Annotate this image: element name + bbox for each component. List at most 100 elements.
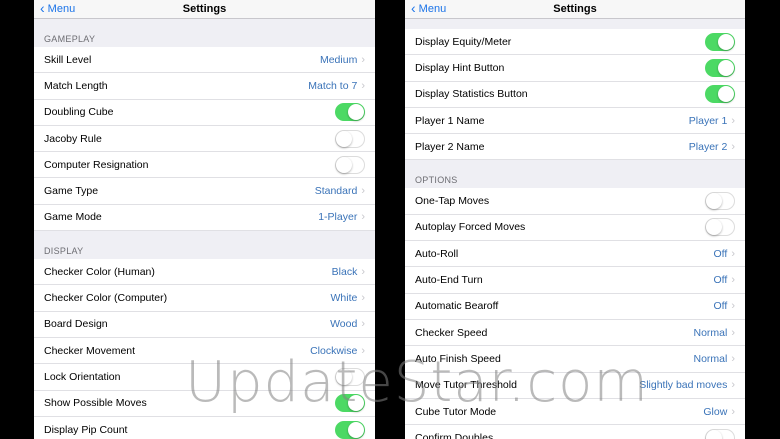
setting-row-one-tap-moves[interactable]: One-Tap Moves — [405, 188, 745, 215]
toggle-switch[interactable] — [335, 394, 365, 413]
section-header-options: OPTIONS — [415, 175, 458, 186]
setting-row-game-mode[interactable]: Game Mode 1-Player › — [34, 204, 375, 232]
setting-row-player-1-name[interactable]: Player 1 Name Player 1 › — [405, 107, 745, 135]
setting-label: Automatic Bearoff — [415, 300, 499, 313]
setting-label: Checker Speed — [415, 326, 488, 339]
setting-row-autoplay-forced-moves[interactable]: Autoplay Forced Moves — [405, 214, 745, 242]
setting-row-game-type[interactable]: Game Type Standard › — [34, 178, 375, 205]
toggle-knob — [706, 219, 722, 236]
toggle-knob — [718, 59, 734, 76]
setting-label: Move Tutor Threshold — [415, 379, 517, 392]
setting-label: One-Tap Moves — [415, 195, 490, 208]
setting-row-lock-orientation[interactable]: Lock Orientation — [34, 364, 375, 391]
setting-value: Player 1 — [688, 114, 728, 127]
settings-panel-right: ‹ Menu Settings Display Equity/Meter Disp… — [405, 0, 745, 439]
setting-value: Black — [331, 265, 358, 278]
settings-panel-left: ‹ Menu Settings GAMEPLAY Skill Level Mediu… — [34, 0, 375, 439]
chevron-right-icon: › — [731, 300, 735, 313]
setting-value: Slightly bad moves — [639, 379, 728, 392]
toggle-knob — [718, 33, 734, 50]
setting-label: Display Equity/Meter — [415, 35, 512, 48]
setting-label: Game Mode — [44, 211, 102, 224]
setting-row-display-pip-count[interactable]: Display Pip Count — [34, 416, 375, 439]
setting-row-cube-tutor-mode[interactable]: Cube Tutor Mode Glow › — [405, 398, 745, 426]
setting-label: Show Possible Moves — [44, 397, 147, 410]
setting-label: Display Hint Button — [415, 61, 505, 74]
toggle-switch[interactable] — [335, 367, 365, 386]
setting-row-move-tutor-threshold[interactable]: Move Tutor Threshold Slightly bad moves › — [405, 372, 745, 399]
setting-value: Wood — [330, 318, 358, 331]
setting-row-show-possible-moves[interactable]: Show Possible Moves — [34, 390, 375, 417]
setting-value: Player 2 — [688, 140, 728, 153]
setting-row-checker-color-human[interactable]: Checker Color (Human) Black › — [34, 259, 375, 286]
setting-row-auto-end-turn[interactable]: Auto-End Turn Off › — [405, 267, 745, 294]
chevron-right-icon: › — [361, 185, 365, 198]
setting-label: Computer Resignation — [44, 158, 149, 171]
setting-row-player-2-name[interactable]: Player 2 Name Player 2 › — [405, 134, 745, 161]
page-title: Settings — [182, 3, 227, 15]
setting-row-display-statistics-button[interactable]: Display Statistics Button — [405, 81, 745, 108]
toggle-switch[interactable] — [335, 155, 365, 174]
setting-label: Display Pip Count — [44, 423, 128, 436]
setting-value: Off — [713, 247, 728, 260]
toggle-switch[interactable] — [705, 218, 735, 237]
setting-row-doubling-cube[interactable]: Doubling Cube — [34, 99, 375, 126]
setting-row-board-design[interactable]: Board Design Wood › — [34, 311, 375, 338]
toggle-switch[interactable] — [335, 420, 365, 439]
setting-label: Jacoby Rule — [44, 132, 102, 145]
settings-list-top: Display Equity/Meter Display Hint Button D… — [405, 29, 745, 161]
chevron-right-icon: › — [361, 344, 365, 357]
setting-label: Auto-End Turn — [415, 274, 483, 287]
setting-row-checker-color-computer[interactable]: Checker Color (Computer) White › — [34, 285, 375, 312]
settings-list: GAMEPLAY Skill Level Medium › Match Length Ma… — [34, 19, 375, 439]
setting-label: Display Statistics Button — [415, 88, 528, 101]
section-header-gameplay: GAMEPLAY — [44, 34, 96, 44]
setting-label: Checker Movement — [44, 344, 136, 357]
chevron-right-icon: › — [361, 292, 365, 305]
setting-label: Skill Level — [44, 53, 92, 66]
toggle-switch[interactable] — [705, 32, 735, 51]
chevron-right-icon: › — [731, 247, 735, 260]
toggle-switch[interactable] — [705, 192, 735, 211]
toggle-switch[interactable] — [705, 85, 735, 104]
toggle-switch[interactable] — [705, 428, 735, 439]
setting-row-computer-resignation[interactable]: Computer Resignation — [34, 152, 375, 179]
setting-row-display-equity-meter[interactable]: Display Equity/Meter — [405, 29, 745, 56]
toggle-knob — [348, 395, 364, 412]
setting-label: Doubling Cube — [44, 106, 114, 119]
chevron-right-icon: › — [731, 326, 735, 339]
setting-label: Lock Orientation — [44, 370, 121, 383]
toggle-switch[interactable] — [705, 58, 735, 77]
setting-row-display-hint-button[interactable]: Display Hint Button — [405, 55, 745, 82]
setting-label: Game Type — [44, 185, 99, 198]
setting-value: Clockwise — [310, 344, 358, 357]
setting-row-auto-finish-speed[interactable]: Auto Finish Speed Normal › — [405, 346, 745, 373]
setting-value: Glow — [703, 405, 728, 418]
toggle-switch[interactable] — [335, 103, 365, 122]
nav-bar: ‹ Menu Settings — [405, 0, 745, 19]
setting-row-auto-roll[interactable]: Auto-Roll Off › — [405, 241, 745, 268]
setting-label: Match Length — [44, 79, 108, 92]
toggle-knob — [718, 86, 734, 103]
setting-label: Player 1 Name — [415, 114, 485, 127]
setting-value: Off — [713, 274, 728, 287]
setting-row-skill-level[interactable]: Skill Level Medium › — [34, 47, 375, 74]
toggle-switch[interactable] — [335, 129, 365, 148]
setting-value: Off — [713, 300, 728, 313]
setting-row-checker-speed[interactable]: Checker Speed Normal › — [405, 319, 745, 347]
chevron-right-icon: › — [361, 211, 365, 224]
setting-row-jacoby-rule[interactable]: Jacoby Rule — [34, 125, 375, 153]
toggle-knob — [706, 429, 722, 439]
setting-label: Auto Finish Speed — [415, 352, 501, 365]
setting-row-checker-movement[interactable]: Checker Movement Clockwise › — [34, 337, 375, 365]
setting-value: Normal — [693, 352, 728, 365]
setting-value: White — [330, 292, 358, 305]
setting-label: Confirm Doubles — [415, 431, 494, 439]
chevron-right-icon: › — [731, 379, 735, 392]
setting-row-automatic-bearoff[interactable]: Automatic Bearoff Off › — [405, 293, 745, 320]
setting-label: Checker Color (Computer) — [44, 292, 168, 305]
nav-bar: ‹ Menu Settings — [34, 0, 375, 19]
setting-label: Auto-Roll — [415, 247, 459, 260]
setting-row-match-length[interactable]: Match Length Match to 7 › — [34, 73, 375, 100]
setting-row-confirm-doubles[interactable]: Confirm Doubles — [405, 425, 745, 439]
